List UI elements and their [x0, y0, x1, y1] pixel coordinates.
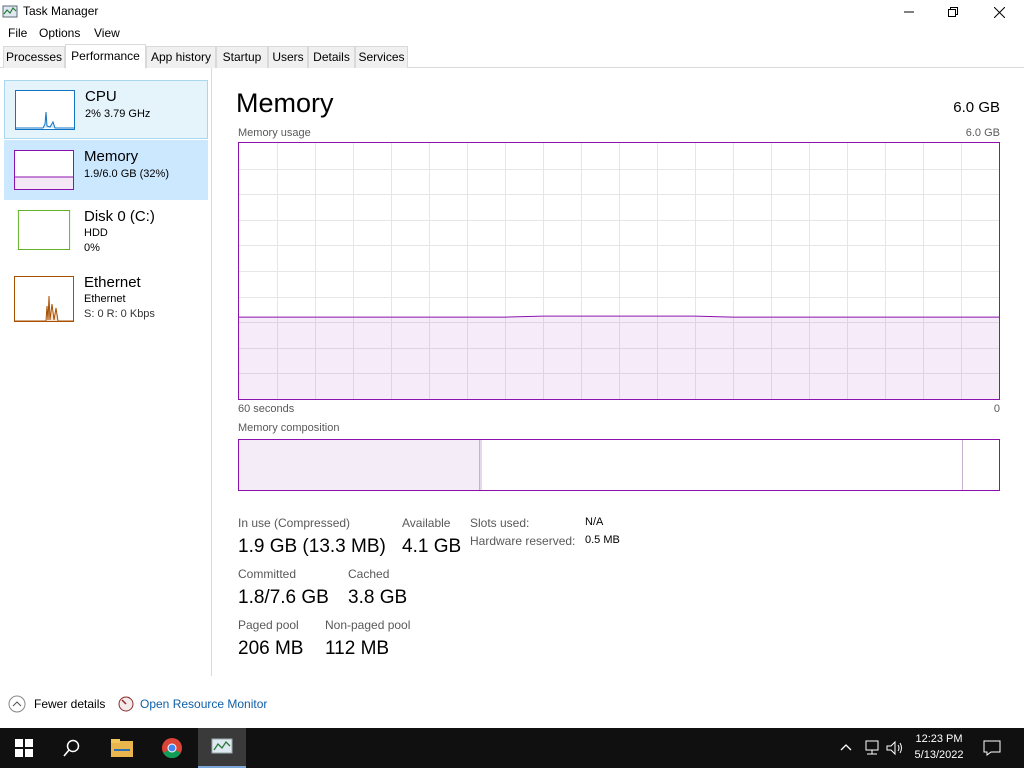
taskbar-file-explorer[interactable] [98, 728, 146, 768]
nonpaged-pool-label: Non-paged pool [325, 618, 411, 632]
sidebar-ethernet-adapter: Ethernet [84, 293, 126, 305]
composition-in-use [239, 440, 479, 490]
tab-details[interactable]: Details [308, 46, 355, 68]
sidebar-disk-type: HDD [84, 227, 108, 239]
tab-bar: Processes Performance App history Startu… [0, 44, 1024, 69]
disk-thumbnail-graph [14, 210, 74, 250]
sidebar-ethernet-title: Ethernet [84, 274, 141, 291]
available-value: 4.1 GB [402, 536, 462, 557]
restore-button[interactable] [930, 0, 976, 24]
minimize-icon [904, 11, 914, 13]
windows-logo-icon [15, 739, 33, 757]
fewer-details-button[interactable]: Fewer details [8, 695, 118, 713]
sidebar-cpu-detail: 2% 3.79 GHz [85, 108, 151, 120]
menu-bar: File Options View [0, 24, 1024, 44]
sidebar-memory-detail: 1.9/6.0 GB (32%) [84, 168, 169, 180]
time-axis-end: 0 [993, 403, 1000, 415]
clock-time: 12:23 PM [915, 733, 963, 745]
taskbar: 12:23 PM 5/13/2022 [0, 728, 1024, 768]
sidebar-ethernet-throughput: S: 0 R: 0 Kbps [84, 308, 155, 320]
sidebar-memory-title: Memory [84, 148, 139, 165]
page-title: Memory [236, 88, 334, 118]
nonpaged-pool-value: 112 MB [325, 638, 390, 659]
sidebar-disk-usage: 0% [84, 242, 100, 254]
fewer-details-label: Fewer details [34, 697, 106, 711]
tab-services[interactable]: Services [355, 46, 408, 68]
chevron-up-icon[interactable] [840, 742, 852, 752]
clock[interactable]: 12:23 PM 5/13/2022 [904, 728, 974, 768]
time-axis-start: 60 seconds [238, 403, 295, 415]
task-manager-icon [211, 738, 233, 754]
sidebar-item-cpu[interactable]: CPU 2% 3.79 GHz [4, 80, 208, 139]
network-icon[interactable] [863, 740, 881, 756]
task-manager-icon [2, 5, 18, 18]
memory-total: 6.0 GB [953, 99, 1000, 116]
taskbar-chrome[interactable] [148, 728, 196, 768]
sidebar-cpu-title: CPU [85, 88, 117, 105]
memory-composition-bar [238, 439, 1000, 491]
tab-processes[interactable]: Processes [3, 46, 65, 68]
memory-thumbnail-graph [14, 150, 74, 190]
open-resource-monitor-link[interactable]: Open Resource Monitor [118, 695, 278, 713]
resource-monitor-icon [118, 696, 134, 712]
volume-icon[interactable] [886, 740, 904, 756]
chevron-up-circle-icon [8, 695, 26, 713]
sidebar-item-disk[interactable]: Disk 0 (C:) HDD 0% [4, 202, 208, 264]
menu-file[interactable]: File [8, 26, 27, 40]
folder-icon [111, 739, 133, 757]
close-icon [993, 6, 1005, 18]
taskbar-task-manager[interactable] [198, 728, 246, 768]
committed-value: 1.8/7.6 GB [238, 587, 329, 608]
notifications-icon[interactable] [983, 740, 1001, 756]
composition-standby-divider [962, 440, 963, 490]
search-button[interactable] [48, 728, 96, 768]
start-button[interactable] [0, 728, 48, 768]
tab-app-history[interactable]: App history [146, 46, 216, 68]
resource-sidebar: CPU 2% 3.79 GHz Memory 1.9/6.0 GB (32%) … [0, 68, 212, 676]
restore-icon [948, 7, 958, 17]
title-bar: Task Manager [0, 0, 1024, 24]
composition-modified [479, 440, 482, 490]
paged-pool-label: Paged pool [238, 618, 299, 632]
memory-usage-label: Memory usage [238, 127, 311, 139]
memory-usage-max: 6.0 GB [965, 127, 1000, 139]
memory-composition-label: Memory composition [238, 422, 340, 434]
available-label: Available [402, 516, 451, 530]
memory-usage-graph [238, 142, 1000, 400]
sidebar-item-ethernet[interactable]: Ethernet Ethernet S: 0 R: 0 Kbps [4, 268, 208, 330]
committed-label: Committed [238, 567, 297, 581]
hardware-reserved-label: Hardware reserved: [470, 534, 576, 548]
tab-startup[interactable]: Startup [216, 46, 268, 68]
ethernet-thumbnail-graph [14, 276, 74, 322]
resource-monitor-label: Open Resource Monitor [140, 697, 268, 711]
chrome-icon [162, 738, 182, 759]
cached-label: Cached [348, 567, 390, 581]
slots-used-label: Slots used: [470, 516, 530, 530]
minimize-button[interactable] [886, 0, 932, 24]
search-icon [63, 739, 80, 757]
in-use-value: 1.9 GB (13.3 MB) [238, 536, 386, 557]
cpu-thumbnail-graph [15, 90, 75, 130]
close-button[interactable] [976, 0, 1022, 24]
in-use-label: In use (Compressed) [238, 516, 351, 530]
menu-view[interactable]: View [94, 26, 120, 40]
tab-users[interactable]: Users [268, 46, 308, 68]
tab-performance[interactable]: Performance [65, 44, 146, 69]
clock-date: 5/13/2022 [914, 749, 964, 761]
footer-bar: Fewer details Open Resource Monitor [0, 690, 1024, 718]
sidebar-item-memory[interactable]: Memory 1.9/6.0 GB (32%) [4, 140, 208, 200]
sidebar-disk-title: Disk 0 (C:) [84, 208, 155, 225]
memory-usage-chart [239, 143, 999, 399]
menu-options[interactable]: Options [39, 26, 80, 40]
slots-used-value: N/A [585, 516, 604, 528]
paged-pool-value: 206 MB [238, 638, 304, 659]
memory-usage-area [239, 317, 999, 399]
window-title: Task Manager [23, 4, 99, 18]
hardware-reserved-value: 0.5 MB [585, 534, 620, 546]
cached-value: 3.8 GB [348, 587, 408, 608]
